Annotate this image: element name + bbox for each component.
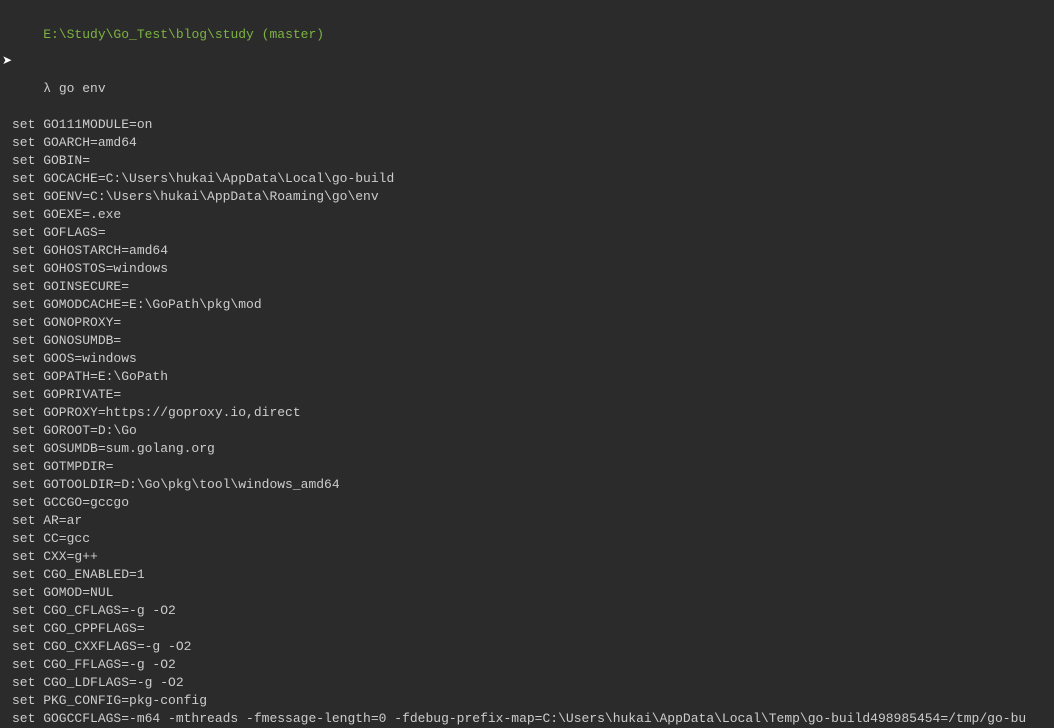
output-line: set PKG_CONFIG=pkg-config <box>12 692 1042 710</box>
output-line: set GOMOD=NUL <box>12 584 1042 602</box>
output-line: set GO111MODULE=on <box>12 116 1042 134</box>
output-line: set CGO_CPPFLAGS= <box>12 620 1042 638</box>
output-line: set CC=gcc <box>12 530 1042 548</box>
output-line: set GOINSECURE= <box>12 278 1042 296</box>
prompt-branch: (master) <box>262 27 324 42</box>
output-line: set GOTMPDIR= <box>12 458 1042 476</box>
terminal-window[interactable]: E:\Study\Go_Test\blog\study (master) λ g… <box>12 8 1042 728</box>
prompt-path: E:\Study\Go_Test\blog\study <box>43 27 254 42</box>
output-line: set GOHOSTARCH=amd64 <box>12 242 1042 260</box>
output-line: set GOENV=C:\Users\hukai\AppData\Roaming… <box>12 188 1042 206</box>
output-line: set GOROOT=D:\Go <box>12 422 1042 440</box>
output-line: set GOHOSTOS=windows <box>12 260 1042 278</box>
command-text: go env <box>59 81 106 96</box>
output-line: set GOPATH=E:\GoPath <box>12 368 1042 386</box>
cursor-icon: ➤ <box>2 52 12 70</box>
command-line: λ go env <box>12 62 1042 116</box>
output-line: set GOEXE=.exe <box>12 206 1042 224</box>
output-line: set CGO_FFLAGS=-g -O2 <box>12 656 1042 674</box>
output-line: set CGO_ENABLED=1 <box>12 566 1042 584</box>
output-line: set GOPRIVATE= <box>12 386 1042 404</box>
output-line: set GOSUMDB=sum.golang.org <box>12 440 1042 458</box>
prompt-symbol: λ <box>43 81 51 96</box>
output-line: set CXX=g++ <box>12 548 1042 566</box>
output-line: set GONOSUMDB= <box>12 332 1042 350</box>
output-line: set GONOPROXY= <box>12 314 1042 332</box>
output-line: set GOOS=windows <box>12 350 1042 368</box>
output-line: set GOFLAGS= <box>12 224 1042 242</box>
output-line: set GOMODCACHE=E:\GoPath\pkg\mod <box>12 296 1042 314</box>
output-line: set GCCGO=gccgo <box>12 494 1042 512</box>
output-line: set GOTOOLDIR=D:\Go\pkg\tool\windows_amd… <box>12 476 1042 494</box>
output-line: set GOARCH=amd64 <box>12 134 1042 152</box>
output-line: set AR=ar <box>12 512 1042 530</box>
output-line: set GOGCCFLAGS=-m64 -mthreads -fmessage-… <box>12 710 1042 728</box>
output-line: set CGO_CXXFLAGS=-g -O2 <box>12 638 1042 656</box>
output-line: set GOCACHE=C:\Users\hukai\AppData\Local… <box>12 170 1042 188</box>
output-line: set CGO_CFLAGS=-g -O2 <box>12 602 1042 620</box>
output-line: set CGO_LDFLAGS=-g -O2 <box>12 674 1042 692</box>
output-container: set GO111MODULE=onset GOARCH=amd64set GO… <box>12 116 1042 728</box>
output-line: set GOPROXY=https://goproxy.io,direct <box>12 404 1042 422</box>
output-line: set GOBIN= <box>12 152 1042 170</box>
prompt-line: E:\Study\Go_Test\blog\study (master) <box>12 8 1042 62</box>
